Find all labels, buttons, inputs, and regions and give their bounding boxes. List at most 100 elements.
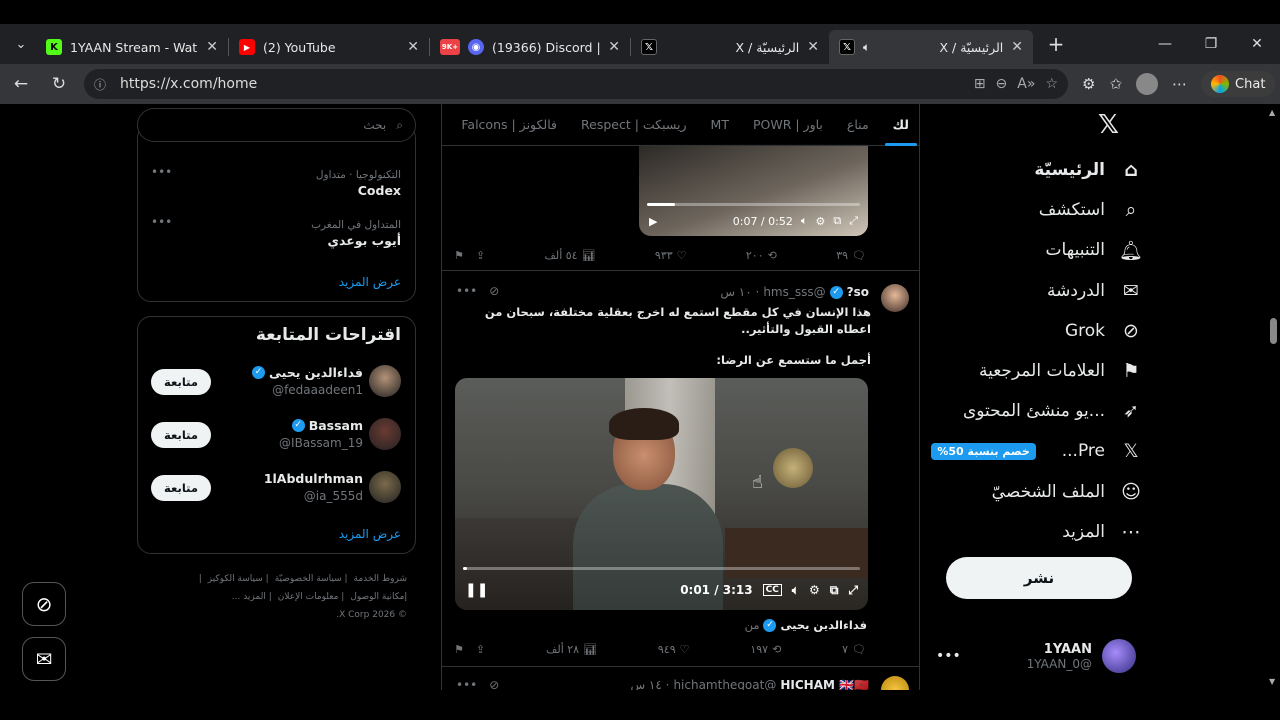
tweet-time[interactable]: · ١٤ س — [630, 678, 669, 690]
tweet[interactable]: HICHAM 🇬🇧🇲🇦 @hichamthegoat · ١٤ س ••• ⊘ — [442, 672, 919, 690]
tab-youtube[interactable]: ▶ (2) YouTube ✕ — [229, 30, 429, 64]
footer-link[interactable]: معلومات الإعلان — [278, 592, 339, 602]
play-icon[interactable]: ▶ — [649, 215, 657, 228]
page-scrollbar[interactable]: ▲ ▼ — [1266, 104, 1280, 690]
avatar[interactable] — [369, 471, 401, 503]
volume-icon[interactable]: 🔈︎ — [801, 214, 808, 228]
restore-icon[interactable]: ❐ — [1188, 24, 1234, 64]
close-icon[interactable]: ✕ — [407, 39, 419, 55]
back-arrow-icon[interactable]: ← — [4, 68, 38, 100]
scrollbar-thumb[interactable] — [1270, 318, 1277, 344]
views-button[interactable]: 📊︎ ٥٤ ألف — [544, 249, 595, 262]
follow-button[interactable]: متابعة — [151, 475, 211, 501]
views-button[interactable]: 📊︎ ٢٨ ألف — [546, 643, 597, 656]
tab-list[interactable]: باور | POWR — [741, 104, 835, 146]
messages-floating-button[interactable]: ✉ — [22, 637, 66, 681]
extensions-icon[interactable]: ⚙ — [1082, 75, 1095, 93]
author-name[interactable]: so? — [847, 285, 869, 299]
grok-icon[interactable]: ⊘ — [489, 284, 499, 298]
share-icon[interactable]: ⇪ — [476, 643, 485, 656]
grok-floating-button[interactable]: ⊘ — [22, 582, 66, 626]
show-more-link[interactable]: عرض المزيد — [339, 527, 401, 541]
captions-icon[interactable]: CC — [762, 584, 782, 596]
settings-gear-icon[interactable]: ⚙ — [815, 215, 825, 228]
pip-icon[interactable]: ⧉ — [830, 583, 839, 598]
sidebar-item-mail[interactable]: ✉ الدردشة — [1047, 271, 1143, 311]
sidebar-item-bookmark[interactable]: ⚑ العلامات المرجعية — [979, 351, 1143, 391]
sidebar-item-profile[interactable]: ☺ الملف الشخصيّ — [992, 472, 1143, 512]
reply-button[interactable]: 🗨︎ ٧ — [842, 643, 866, 656]
tab-list[interactable]: MT — [699, 104, 741, 146]
sidebar-item-bell[interactable]: 🔔︎ التنبيهات — [1046, 230, 1143, 270]
app-available-icon[interactable]: ⊞ — [974, 76, 986, 92]
like-button[interactable]: ♡ ٩٤٩ — [658, 643, 690, 656]
settings-gear-icon[interactable]: ⚙ — [809, 583, 820, 597]
favorite-star-icon[interactable]: ☆ — [1045, 76, 1058, 92]
suggestion-name[interactable]: Bassam — [309, 418, 363, 433]
bookmark-icon[interactable]: ⚑ — [454, 643, 464, 656]
reload-icon[interactable]: ↻ — [42, 68, 76, 100]
new-tab-plus-icon[interactable]: + — [1041, 32, 1071, 56]
tab-for-you[interactable]: لك — [881, 104, 919, 146]
settings-more-icon[interactable]: ⋯ — [1172, 75, 1187, 93]
follow-button[interactable]: متابعة — [151, 369, 211, 395]
scroll-up-icon[interactable]: ▲ — [1269, 108, 1275, 117]
video-player[interactable]: ▶ 0:07 / 0:52 🔈︎ ⚙ ⧉ ⤢ — [639, 144, 868, 236]
address-bar[interactable]: ⓘ https://x.com/home ⊞ ⊖ A» ☆ — [84, 69, 1068, 99]
tweet-time[interactable]: · ١٠ س — [720, 285, 759, 299]
tab-x-active[interactable]: 𝕏 🔈︎ X / الرئيسيّة ✕ — [829, 30, 1033, 64]
close-window-icon[interactable]: ✕ — [1234, 24, 1280, 64]
suggestion-name[interactable]: 1lAbdulrhman — [264, 471, 363, 486]
site-info-icon[interactable]: ⓘ — [94, 76, 112, 93]
follow-suggestion[interactable]: فداءالدين يحيى ✓ @fedaaadeen1 متابعة — [151, 363, 401, 403]
minimize-icon[interactable]: — — [1142, 24, 1188, 64]
attribution-name[interactable]: فداءالدين يحيى — [780, 618, 867, 632]
footer-link[interactable]: سياسة الكوكيز — [208, 574, 263, 584]
tab-discord[interactable]: 9K+ ◉ (19366) Discord | # ✕ — [430, 30, 630, 64]
volume-icon[interactable]: 🔈︎ — [792, 583, 799, 598]
sidebar-item-home[interactable]: ⌂ الرئيسيّة — [1034, 150, 1143, 190]
fullscreen-icon[interactable]: ⤢ — [849, 214, 858, 228]
zoom-icon[interactable]: ⊖ — [996, 76, 1008, 92]
profile-avatar-icon[interactable] — [1136, 73, 1159, 95]
like-button[interactable]: ♡ ٩٣٣ — [655, 249, 687, 262]
tab-list[interactable]: ريسبكت | Respect — [569, 104, 699, 146]
avatar[interactable] — [881, 284, 909, 312]
more-dots-icon[interactable]: ••• — [151, 215, 172, 229]
close-icon[interactable]: ✕ — [608, 39, 620, 55]
close-icon[interactable]: ✕ — [1011, 39, 1023, 55]
pause-icon[interactable]: ❚❚ — [465, 582, 488, 598]
audio-icon[interactable]: 🔈︎ — [863, 40, 870, 55]
url-text[interactable]: https://x.com/home — [120, 76, 974, 92]
copilot-chat-button[interactable]: Chat — [1201, 71, 1276, 97]
reply-button[interactable]: 🗨︎ ٣٩ — [836, 249, 866, 262]
more-dots-icon[interactable]: ••• — [936, 648, 961, 664]
sidebar-item-rocket[interactable]: ➶ ...يو منشئ المحتوى — [963, 391, 1143, 431]
more-dots-icon[interactable]: ••• — [151, 165, 172, 179]
account-switcher[interactable]: 1YAAN @1YAAN_0 ••• — [936, 634, 1136, 678]
follow-button[interactable]: متابعة — [151, 422, 211, 448]
tab-list[interactable]: فالكونز | Falcons — [449, 104, 569, 146]
tab-list[interactable]: مناع — [835, 104, 881, 146]
sidebar-item-search[interactable]: ⌕ استكشف — [1039, 190, 1143, 230]
post-button[interactable]: نشر — [946, 557, 1132, 599]
avatar[interactable] — [369, 365, 401, 397]
pip-icon[interactable]: ⧉ — [833, 214, 841, 228]
retweet-button[interactable]: ⟲ ١٩٧ — [750, 643, 781, 656]
grok-icon[interactable]: ⊘ — [489, 678, 499, 690]
avatar[interactable] — [881, 676, 909, 690]
more-dots-icon[interactable]: ••• — [456, 678, 477, 690]
search-input[interactable]: ⌕ بحث — [137, 108, 416, 142]
follow-suggestion[interactable]: Bassam ✓ @IBassam_19 متابعة — [151, 416, 401, 456]
close-icon[interactable]: ✕ — [206, 39, 218, 55]
author-handle[interactable]: @hichamthegoat — [673, 678, 776, 690]
video-player[interactable]: ❚❚ 0:01 / 3:13 CC 🔈︎ ⚙ ⧉ ⤢ — [455, 378, 868, 610]
sidebar-item-grok[interactable]: ⊘ Grok — [1065, 311, 1143, 351]
footer-link[interactable]: إمكانية الوصول — [350, 592, 407, 602]
suggestion-name[interactable]: فداءالدين يحيى — [269, 365, 363, 380]
retweet-button[interactable]: ⟲ ٢٠٠ — [746, 249, 777, 262]
footer-link[interactable]: المزيد ... — [232, 592, 266, 602]
show-more-link[interactable]: عرض المزيد — [339, 275, 401, 289]
sidebar-item-more[interactable]: ⋯ المزيد — [1062, 512, 1143, 552]
footer-link[interactable]: سياسة الخصوصيّة — [275, 574, 342, 584]
